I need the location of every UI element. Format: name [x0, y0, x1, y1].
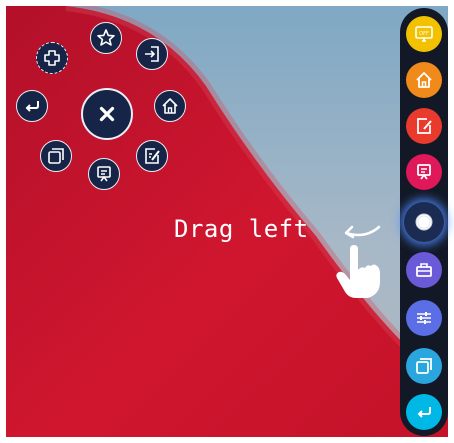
sign-in-icon — [145, 46, 159, 62]
return-arrow-icon — [25, 101, 39, 112]
dock-settings-button[interactable] — [406, 300, 442, 336]
monitor-off-icon: OFF — [415, 26, 433, 42]
home-icon — [416, 72, 432, 88]
radial-edit-button[interactable] — [136, 140, 168, 172]
home-icon — [162, 98, 178, 114]
dock-presentation-button[interactable] — [406, 154, 442, 190]
dock-screen-off-button[interactable]: OFF — [406, 16, 442, 52]
sliders-icon — [417, 312, 431, 324]
window-copy-icon — [416, 358, 432, 374]
edit-note-icon — [145, 148, 160, 164]
presentation-icon — [417, 164, 431, 180]
radial-window-button[interactable] — [40, 140, 72, 172]
edit-note-icon — [417, 118, 432, 134]
close-icon — [99, 106, 115, 122]
dock-toggle-button[interactable] — [404, 202, 444, 242]
plus-cross-icon — [44, 50, 60, 66]
toolbox-icon — [416, 263, 432, 277]
wallpaper: Drag left — [6, 6, 448, 437]
side-dock: OFF — [400, 8, 448, 436]
presentation-icon — [97, 166, 111, 182]
radial-home-button[interactable] — [154, 90, 186, 122]
circle-toggle-icon — [415, 213, 433, 231]
star-icon — [97, 29, 115, 46]
dock-window-button[interactable] — [406, 348, 442, 384]
radial-presentation-button[interactable] — [88, 158, 120, 190]
radial-sign-in-button[interactable] — [136, 38, 168, 70]
screen: Drag left OFF — [0, 0, 454, 443]
radial-star-button[interactable] — [90, 22, 122, 54]
radial-close-button[interactable] — [81, 88, 133, 140]
window-copy-icon — [48, 148, 64, 164]
radial-add-button[interactable] — [36, 42, 68, 74]
drag-hint-text: Drag left — [174, 215, 309, 243]
hand-pointer-icon — [336, 245, 380, 298]
dock-return-button[interactable] — [406, 394, 442, 430]
drag-left-arrow-icon — [344, 225, 381, 239]
radial-return-button[interactable] — [16, 90, 48, 122]
return-arrow-icon — [417, 407, 431, 418]
dock-note-button[interactable] — [406, 108, 442, 144]
dock-toolbox-button[interactable] — [406, 252, 442, 288]
dock-home-button[interactable] — [406, 62, 442, 98]
monitor-off-label: OFF — [419, 31, 429, 37]
